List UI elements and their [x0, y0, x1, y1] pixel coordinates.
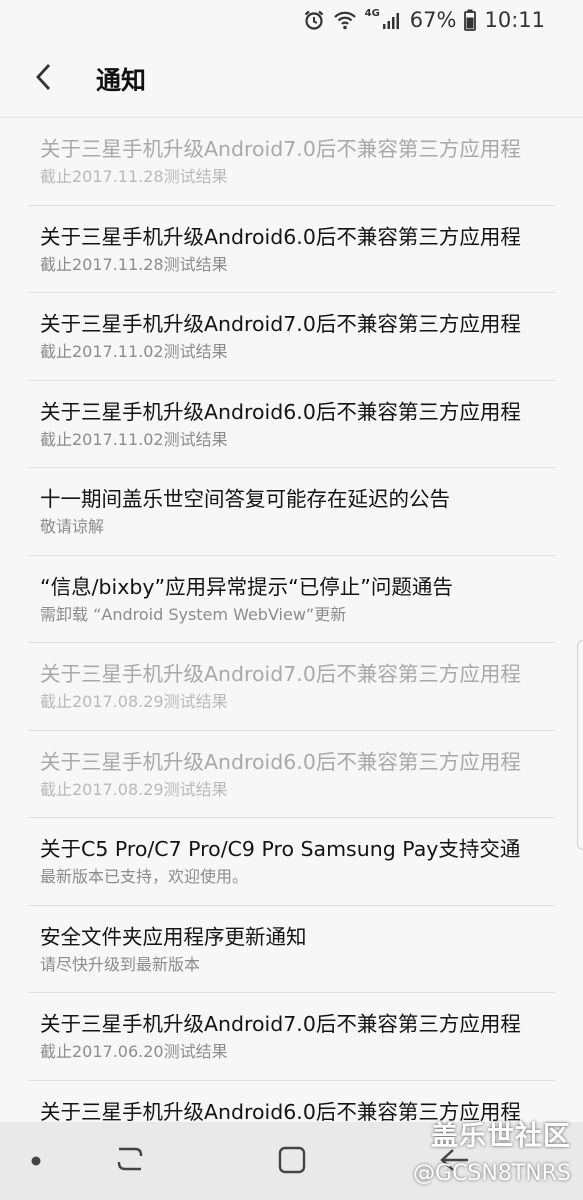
watermark: 盖乐世社区 @GCSN8TNRS	[413, 1114, 571, 1186]
recents-button[interactable]	[108, 1142, 152, 1180]
chevron-left-icon	[35, 63, 53, 95]
notification-subtitle: 最新版本已支持，欢迎使用。	[40, 867, 249, 886]
notification-subtitle: 截止2017.11.02测试结果	[40, 429, 228, 449]
notification-subtitle: 需卸载 “Android System WebView”更新	[40, 604, 347, 624]
network-type-label: 4G	[364, 7, 380, 19]
wifi-icon	[333, 10, 357, 30]
scroll-indicator[interactable]	[577, 640, 583, 850]
back-button[interactable]	[0, 40, 88, 118]
alarm-icon	[303, 9, 325, 31]
notification-item[interactable]: 关于三星手机升级Android7.0后不兼容第三方应用程截止2017.11.28…	[28, 118, 555, 206]
notification-item[interactable]: 关于三星手机升级Android6.0后不兼容第三方应用程截止2017.11.02…	[28, 381, 555, 468]
notification-item[interactable]: “信息/bixby”应用异常提示“已停止”问题通告需卸载 “Android Sy…	[28, 556, 555, 643]
status-bar: 4G 67% 10:11	[0, 0, 583, 40]
notification-title: 关于三星手机升级Android6.0后不兼容第三方应用程	[40, 399, 521, 424]
battery-percent: 67%	[409, 8, 457, 32]
notification-item[interactable]: 十一期间盖乐世空间答复可能存在延迟的公告敬请谅解	[28, 468, 555, 556]
notification-item[interactable]: 关于C5 Pro/C7 Pro/C9 Pro Samsung Pay支持交通最新…	[28, 818, 555, 906]
notification-item[interactable]: 关于三星手机升级Android6.0后不兼容第三方应用程截止2017.11.28…	[28, 206, 555, 293]
notification-subtitle: 截止2017.11.28测试结果	[40, 254, 228, 274]
clock-time: 10:11	[484, 8, 545, 32]
notification-item[interactable]: 关于三星手机升级Android7.0后不兼容第三方应用程截止2017.11.02…	[28, 293, 555, 381]
home-button[interactable]	[268, 1142, 316, 1182]
notification-title: 关于三星手机升级Android7.0后不兼容第三方应用程	[40, 662, 521, 686]
navigation-bar: 盖乐世社区 @GCSN8TNRS	[0, 1121, 583, 1200]
battery-icon	[464, 9, 477, 31]
notification-title: “信息/bixby”应用异常提示“已停止”问题通告	[40, 574, 453, 599]
watermark-handle: @GCSN8TNRS	[413, 1161, 571, 1186]
notification-title: 安全文件夹应用程序更新通知	[40, 924, 307, 949]
notification-title: 关于三星手机升级Android6.0后不兼容第三方应用程	[40, 749, 521, 774]
notification-subtitle: 截止2017.11.02测试结果	[40, 342, 228, 361]
dot-button[interactable]	[18, 1146, 54, 1176]
notification-title: 关于C5 Pro/C7 Pro/C9 Pro Samsung Pay支持交通	[40, 837, 521, 861]
watermark-title: 盖乐世社区	[431, 1121, 571, 1152]
page-title: 通知	[96, 65, 147, 95]
notification-subtitle: 截止2017.08.29测试结果	[40, 779, 228, 799]
notification-subtitle: 请尽快升级到最新版本	[40, 954, 201, 974]
notification-item[interactable]: 关于三星手机升级Android7.0后不兼容第三方应用程截止2017.06.20…	[28, 993, 555, 1081]
dot-icon	[30, 1152, 42, 1171]
notification-item[interactable]: 安全文件夹应用程序更新通知请尽快升级到最新版本	[28, 906, 555, 993]
notification-title: 关于三星手机升级Android6.0后不兼容第三方应用程	[40, 224, 521, 249]
notification-item[interactable]: 关于三星手机升级Android7.0后不兼容第三方应用程截止2017.08.29…	[28, 643, 555, 731]
notification-subtitle: 截止2017.06.20测试结果	[40, 1042, 228, 1061]
signal-icon	[382, 11, 402, 29]
home-icon	[278, 1146, 306, 1178]
recents-icon	[115, 1145, 145, 1177]
notification-title: 关于三星手机升级Android7.0后不兼容第三方应用程	[40, 137, 521, 161]
notification-subtitle: 截止2017.11.28测试结果	[40, 167, 228, 186]
notification-title: 关于三星手机升级Android7.0后不兼容第三方应用程	[40, 312, 521, 336]
notification-item[interactable]: 关于三星手机升级Android6.0后不兼容第三方应用程截止2017.08.29…	[28, 731, 555, 818]
notification-list[interactable]: 关于三星手机升级Android7.0后不兼容第三方应用程截止2017.11.28…	[0, 118, 583, 1122]
notification-title: 十一期间盖乐世空间答复可能存在延迟的公告	[40, 487, 450, 511]
app-header: 通知	[0, 40, 583, 118]
notification-title: 关于三星手机升级Android7.0后不兼容第三方应用程	[40, 1012, 521, 1036]
notification-subtitle: 截止2017.08.29测试结果	[40, 692, 228, 711]
notification-subtitle: 敬请谅解	[40, 517, 105, 536]
